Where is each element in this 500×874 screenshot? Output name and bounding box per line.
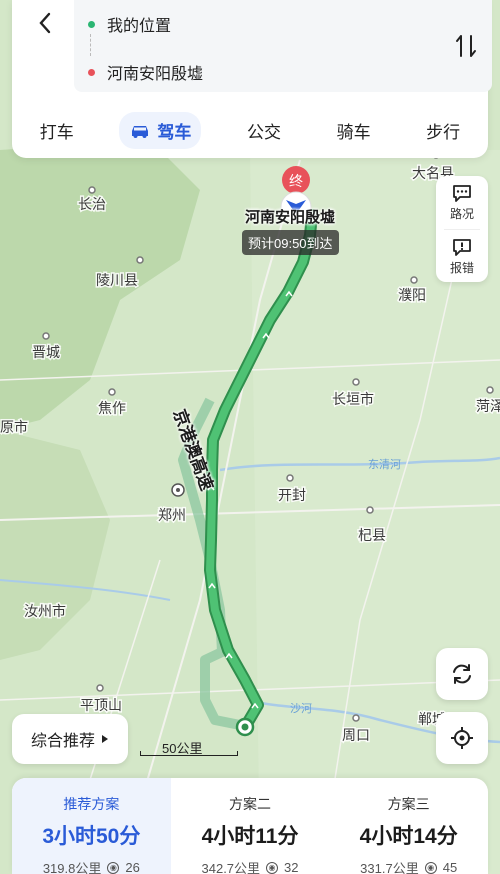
plan-option[interactable]: 推荐方案 3小时50分 319.8公里 ◉ 26 bbox=[12, 778, 171, 874]
plan-option[interactable]: 方案三 4小时14分 331.7公里 ◉ 45 bbox=[329, 778, 488, 874]
plan-name: 推荐方案 bbox=[63, 796, 120, 812]
plan-time: 4小时14分 bbox=[359, 825, 458, 848]
city-label: 菏泽 bbox=[476, 399, 500, 415]
plan-distance: 331.7公里 bbox=[360, 861, 419, 874]
locate-me-button[interactable] bbox=[436, 712, 488, 764]
destination-text: 河南安阳殷墟 bbox=[107, 66, 204, 83]
traffic-light-icon: ◉ bbox=[107, 861, 120, 874]
swap-button[interactable] bbox=[452, 30, 480, 62]
city-label: 平顶山 bbox=[80, 698, 122, 714]
tab-transit[interactable]: 公交 bbox=[237, 112, 291, 149]
chevron-left-icon bbox=[39, 12, 51, 34]
origin-dot-icon bbox=[88, 20, 95, 28]
city-label: 焦作 bbox=[98, 401, 126, 417]
tab-taxi[interactable]: 打车 bbox=[30, 112, 84, 149]
city-label: 晋城 bbox=[32, 345, 60, 361]
travel-mode-tabs: 打车 驾车 公交 骑车 步行 bbox=[12, 112, 488, 149]
origin-field[interactable]: 我的位置 bbox=[88, 12, 171, 36]
river-label: 沙河 bbox=[290, 702, 312, 715]
destination-marker-text: 终 bbox=[289, 174, 303, 190]
origin-text: 我的位置 bbox=[107, 18, 172, 35]
river-label: 东清河 bbox=[368, 458, 401, 471]
tab-drive-label: 驾车 bbox=[157, 123, 192, 142]
traffic-label: 路况 bbox=[449, 207, 474, 221]
plan-lights: 26 bbox=[125, 860, 140, 874]
city-label: 郑州 bbox=[158, 508, 186, 524]
plan-time: 4小时11分 bbox=[201, 825, 299, 848]
plan-distance: 342.7公里 bbox=[201, 861, 261, 874]
location-inputs: 我的位置 河南安阳殷墟 bbox=[74, 0, 492, 92]
plan-meta: 319.8公里 ◉ 26 bbox=[43, 858, 140, 874]
traffic-chat-icon bbox=[453, 185, 471, 202]
traffic-light-icon: ◉ bbox=[266, 861, 279, 874]
report-label: 报错 bbox=[449, 261, 474, 275]
city-label: 陵川县 bbox=[96, 273, 138, 289]
plan-distance: 319.8公里 bbox=[42, 861, 102, 874]
city-label: 开封 bbox=[278, 488, 306, 504]
refresh-route-button[interactable] bbox=[436, 648, 488, 700]
report-icon bbox=[453, 239, 471, 256]
plan-option[interactable]: 方案二 4小时11分 342.7公里 ◉ 32 bbox=[171, 778, 330, 874]
destination-label[interactable]: 河南安阳殷墟 bbox=[245, 206, 335, 227]
plan-meta: 331.7公里 ◉ 45 bbox=[360, 858, 457, 874]
tab-walk-label: 步行 bbox=[426, 123, 461, 142]
plan-time: 3小时50分 bbox=[42, 825, 141, 848]
map-tools: 路况 报错 bbox=[436, 176, 488, 282]
swap-icon bbox=[456, 35, 476, 57]
plan-meta: 342.7公里 ◉ 32 bbox=[202, 858, 299, 874]
tab-transit-label: 公交 bbox=[246, 123, 281, 142]
city-label: 杞县 bbox=[358, 528, 386, 544]
destination-field[interactable]: 河南安阳殷墟 bbox=[88, 60, 203, 84]
traffic-button[interactable]: 路况 bbox=[436, 176, 488, 229]
refresh-icon bbox=[453, 664, 471, 684]
map-scale: 50公里 bbox=[140, 738, 238, 758]
city-label: 周口 bbox=[342, 728, 370, 744]
plan-lights: 45 bbox=[442, 860, 458, 874]
city-label: 濮阳 bbox=[398, 288, 426, 304]
tab-walk[interactable]: 步行 bbox=[416, 112, 470, 149]
sort-preference-button[interactable]: 综合推荐 bbox=[12, 714, 128, 764]
report-button[interactable]: 报错 bbox=[436, 230, 488, 283]
eta-label: 预计09:50到达 bbox=[242, 230, 339, 255]
city-label: 原市 bbox=[0, 419, 28, 436]
city-label: 汝州市 bbox=[24, 603, 66, 620]
tab-bike[interactable]: 骑车 bbox=[327, 112, 381, 149]
city-label: 长垣市 bbox=[332, 391, 374, 408]
tab-taxi-label: 打车 bbox=[39, 123, 74, 142]
sort-preference-label: 综合推荐 bbox=[30, 733, 95, 750]
plan-name: 方案三 bbox=[387, 796, 430, 812]
plan-name: 方案二 bbox=[229, 796, 271, 812]
back-button[interactable] bbox=[30, 8, 60, 38]
locate-icon bbox=[451, 727, 473, 749]
tab-drive[interactable]: 驾车 bbox=[119, 112, 202, 149]
caret-right-icon bbox=[102, 735, 108, 743]
route-plans: 推荐方案 3小时50分 319.8公里 ◉ 26 方案二 4小时11分 342.… bbox=[12, 778, 488, 874]
traffic-light-icon: ◉ bbox=[424, 861, 437, 874]
route-header: 我的位置 河南安阳殷墟 打车 驾车 公交 骑车 步行 bbox=[12, 0, 492, 158]
car-icon bbox=[132, 125, 149, 138]
plan-lights: 32 bbox=[284, 860, 299, 874]
tab-bike-label: 骑车 bbox=[336, 123, 371, 142]
city-label: 长治 bbox=[78, 197, 106, 213]
destination-dot-icon bbox=[88, 68, 95, 76]
